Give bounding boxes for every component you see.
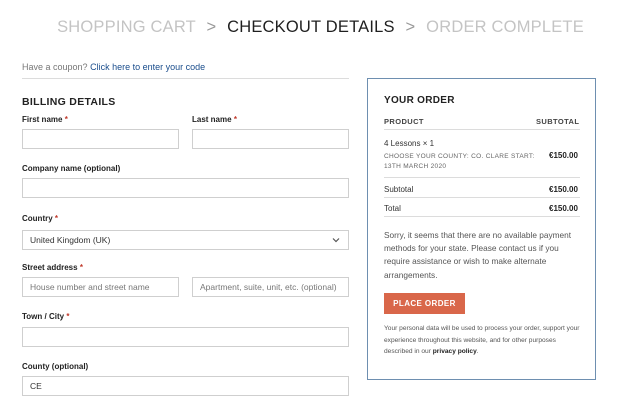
company-label: Company name (optional) bbox=[22, 164, 121, 173]
checkout-steps: SHOPPING CART > CHECKOUT DETAILS > ORDER… bbox=[0, 18, 641, 37]
order-item-name: 4 Lessons × 1 bbox=[384, 139, 435, 148]
required-mark: * bbox=[66, 312, 70, 321]
country-select[interactable]: United Kingdom (UK) bbox=[22, 230, 349, 250]
company-field[interactable] bbox=[22, 178, 349, 198]
street-label: Street address * bbox=[22, 263, 83, 272]
step-order-complete: ORDER COMPLETE bbox=[426, 18, 584, 36]
product-column-header: PRODUCT bbox=[384, 117, 424, 126]
privacy-policy-link[interactable]: privacy policy bbox=[433, 348, 477, 355]
total-label: Total bbox=[384, 204, 401, 213]
country-label: Country * bbox=[22, 214, 59, 223]
last-name-label: Last name * bbox=[192, 115, 237, 124]
divider bbox=[384, 197, 580, 198]
town-field[interactable] bbox=[22, 327, 349, 347]
place-order-button[interactable]: PLACE ORDER bbox=[384, 293, 465, 314]
step-separator-icon: > bbox=[206, 18, 217, 36]
required-mark: * bbox=[79, 263, 83, 272]
order-title: YOUR ORDER bbox=[384, 95, 455, 106]
required-mark: * bbox=[233, 115, 237, 124]
divider bbox=[22, 78, 349, 79]
required-mark: * bbox=[54, 214, 59, 223]
county-label: County (optional) bbox=[22, 362, 89, 371]
privacy-notice: Your personal data will be used to proce… bbox=[384, 325, 580, 355]
order-item-qty: × 1 bbox=[422, 139, 435, 148]
divider bbox=[384, 129, 580, 130]
subtotal-value: €150.00 bbox=[549, 185, 578, 194]
step-separator-icon: > bbox=[405, 18, 416, 36]
coupon-prompt: Have a coupon? bbox=[22, 62, 88, 72]
payment-notice: Sorry, it seems that there are no availa… bbox=[384, 230, 572, 280]
required-mark: * bbox=[64, 115, 68, 124]
last-name-field[interactable] bbox=[192, 129, 349, 149]
step-checkout-details: CHECKOUT DETAILS bbox=[227, 18, 395, 36]
order-item-meta: CHOOSE YOUR COUNTY: CO. CLARE START: 13T… bbox=[384, 153, 535, 170]
country-value: United Kingdom (UK) bbox=[30, 235, 111, 245]
coupon-notice: Have a coupon? Click here to enter your … bbox=[22, 62, 205, 72]
order-item-price: €150.00 bbox=[549, 151, 578, 160]
first-name-field[interactable] bbox=[22, 129, 179, 149]
county-field[interactable]: CE bbox=[22, 376, 349, 396]
billing-details-title: BILLING DETAILS bbox=[22, 96, 116, 108]
street-address-field[interactable]: House number and street name bbox=[22, 277, 179, 297]
subtotal-label: Subtotal bbox=[384, 185, 414, 194]
coupon-link[interactable]: Click here to enter your code bbox=[90, 62, 205, 72]
first-name-label: First name * bbox=[22, 115, 68, 124]
total-value: €150.00 bbox=[549, 204, 578, 213]
street-address-2-field[interactable]: Apartment, suite, unit, etc. (optional) bbox=[192, 277, 349, 297]
town-label: Town / City * bbox=[22, 312, 70, 321]
divider bbox=[384, 177, 580, 178]
divider bbox=[384, 216, 580, 217]
subtotal-column-header: SUBTOTAL bbox=[536, 117, 580, 126]
chevron-down-icon bbox=[332, 236, 340, 246]
step-shopping-cart[interactable]: SHOPPING CART bbox=[57, 18, 196, 36]
